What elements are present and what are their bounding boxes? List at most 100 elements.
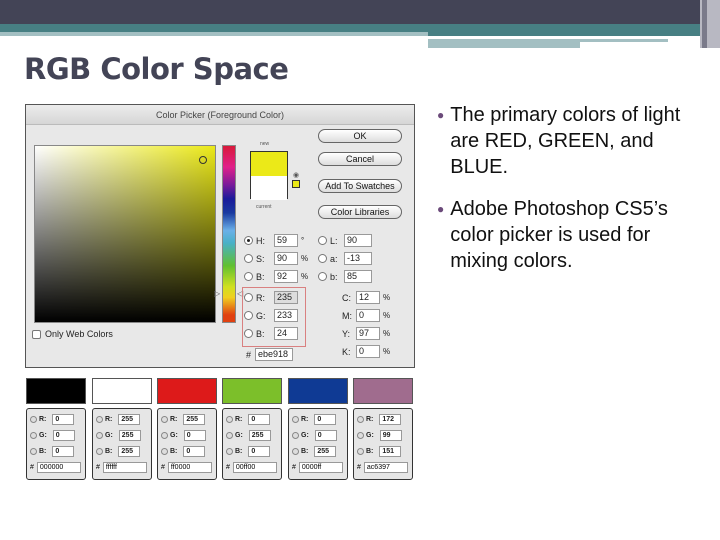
swatch-g-value[interactable]: 0	[52, 430, 75, 441]
swatch-g-value[interactable]: 255	[248, 430, 271, 441]
swatch-g-value[interactable]: 255	[118, 430, 141, 441]
swatch-r-value[interactable]: 0	[314, 414, 337, 425]
swatch-hex-value[interactable]: 00ff00	[232, 462, 277, 473]
swatch-r-value[interactable]: 0	[52, 414, 75, 425]
swatch-radio[interactable]	[30, 416, 37, 423]
swatch-radio[interactable]	[292, 448, 299, 455]
swatch-b-value[interactable]: 0	[183, 446, 206, 457]
swatch-radio[interactable]	[96, 416, 103, 423]
current-color-swatch[interactable]	[251, 176, 287, 200]
b-channel-input[interactable]: 85	[344, 270, 372, 283]
swatch-channel-label: R:	[366, 416, 374, 423]
saturation-input[interactable]: 90	[274, 252, 298, 265]
swatch-radio[interactable]	[226, 448, 233, 455]
slider-arrow-left-icon[interactable]: ▷	[214, 289, 220, 298]
cancel-button[interactable]: Cancel	[318, 152, 402, 166]
swatch-g-value[interactable]: 0	[314, 430, 337, 441]
only-web-colors-option[interactable]: Only Web Colors	[32, 329, 113, 339]
hue-input[interactable]: 59	[274, 234, 298, 247]
swatch-radio[interactable]	[30, 448, 37, 455]
swatch-hex-value[interactable]: 000000	[36, 462, 81, 473]
swatch-radio[interactable]	[161, 448, 168, 455]
swatch-radio[interactable]	[226, 416, 233, 423]
web-safe-warning-icon[interactable]: ◉	[293, 171, 299, 179]
swatch-radio[interactable]	[292, 416, 299, 423]
black-input[interactable]: 0	[356, 345, 380, 358]
lightness-input[interactable]: 90	[344, 234, 372, 247]
swatch-b-value[interactable]: 255	[314, 446, 337, 457]
swatch-b-value[interactable]: 0	[52, 446, 75, 457]
color-preview	[250, 151, 288, 200]
swatch-hex-value[interactable]: ffffff	[102, 462, 147, 473]
color-swatch	[288, 378, 348, 404]
swatch-channel-label: B:	[235, 448, 243, 455]
only-web-colors-checkbox[interactable]	[32, 329, 41, 339]
blue-radio[interactable]	[244, 329, 253, 338]
swatch-radio[interactable]	[161, 416, 168, 423]
swatch-radio[interactable]	[357, 432, 364, 439]
swatch-hex-value[interactable]: ff0000	[167, 462, 212, 473]
swatch-r-value[interactable]: 255	[118, 414, 141, 425]
saturation-label: S:	[256, 253, 265, 264]
hue-radio[interactable]	[244, 236, 253, 245]
add-to-swatches-button[interactable]: Add To Swatches	[318, 179, 402, 193]
hex-label: #	[226, 464, 230, 471]
header-dark-band	[0, 0, 700, 24]
swatch-hex-value[interactable]: ac6397	[363, 462, 408, 473]
color-marker[interactable]	[199, 156, 207, 164]
swatch-radio[interactable]	[357, 416, 364, 423]
swatch-radio[interactable]	[226, 432, 233, 439]
b-channel-radio[interactable]	[318, 272, 327, 281]
a-channel-radio[interactable]	[318, 254, 327, 263]
swatch-b-value[interactable]: 151	[379, 446, 402, 457]
a-channel-label: a:	[330, 253, 338, 264]
a-channel-input[interactable]: -13	[344, 252, 372, 265]
swatch-radio[interactable]	[292, 432, 299, 439]
header-edge-line	[702, 0, 707, 48]
swatch-values-panel: R: 255 G: 0 B: 0 # ff0000	[157, 408, 217, 480]
hex-label: #	[161, 464, 165, 471]
green-input[interactable]: 233	[274, 309, 298, 322]
red-input[interactable]: 235	[274, 291, 298, 304]
web-safe-color-swatch[interactable]	[292, 180, 300, 188]
header-accent-line	[428, 42, 580, 48]
swatch-b-value[interactable]: 0	[248, 446, 271, 457]
swatch-r-value[interactable]: 255	[183, 414, 206, 425]
color-libraries-button[interactable]: Color Libraries	[318, 205, 402, 219]
swatch-b-row: B: 0	[30, 446, 85, 457]
color-field[interactable]	[34, 145, 216, 323]
cyan-input[interactable]: 12	[356, 291, 380, 304]
swatch-b-row: B: 151	[357, 446, 412, 457]
ok-button[interactable]: OK	[318, 129, 402, 143]
swatch-g-value[interactable]: 99	[379, 430, 402, 441]
swatch-g-value[interactable]: 0	[183, 430, 206, 441]
swatch-radio[interactable]	[96, 432, 103, 439]
swatch-b-value[interactable]: 255	[118, 446, 141, 457]
green-label: G:	[256, 310, 266, 321]
swatch-r-value[interactable]: 0	[248, 414, 271, 425]
saturation-radio[interactable]	[244, 254, 253, 263]
hex-input[interactable]: ebe918	[255, 348, 294, 361]
swatch-radio[interactable]	[96, 448, 103, 455]
hue-slider[interactable]	[222, 145, 236, 323]
swatch-radio[interactable]	[357, 448, 364, 455]
percent-unit: %	[383, 329, 391, 338]
swatch-values-panel: R: 0 G: 255 B: 0 #00ff00	[222, 408, 282, 480]
swatch-r-value[interactable]: 172	[379, 414, 402, 425]
magenta-input[interactable]: 0	[356, 309, 380, 322]
brightness-radio[interactable]	[244, 272, 253, 281]
yellow-input[interactable]: 97	[356, 327, 380, 340]
hex-label: #	[357, 464, 361, 471]
swatch-hex-value[interactable]: 0000ff	[298, 462, 343, 473]
swatch-radio[interactable]	[30, 432, 37, 439]
brightness-input[interactable]: 92	[274, 270, 298, 283]
lightness-radio[interactable]	[318, 236, 327, 245]
swatch-b-row: B: 0	[226, 446, 281, 457]
b-channel-row: b: 85	[318, 270, 372, 283]
blue-input[interactable]: 24	[274, 327, 298, 340]
a-channel-row: a: -13	[318, 252, 372, 265]
green-radio[interactable]	[244, 311, 253, 320]
swatch-radio[interactable]	[161, 432, 168, 439]
red-radio[interactable]	[244, 293, 253, 302]
percent-unit: %	[301, 254, 309, 263]
